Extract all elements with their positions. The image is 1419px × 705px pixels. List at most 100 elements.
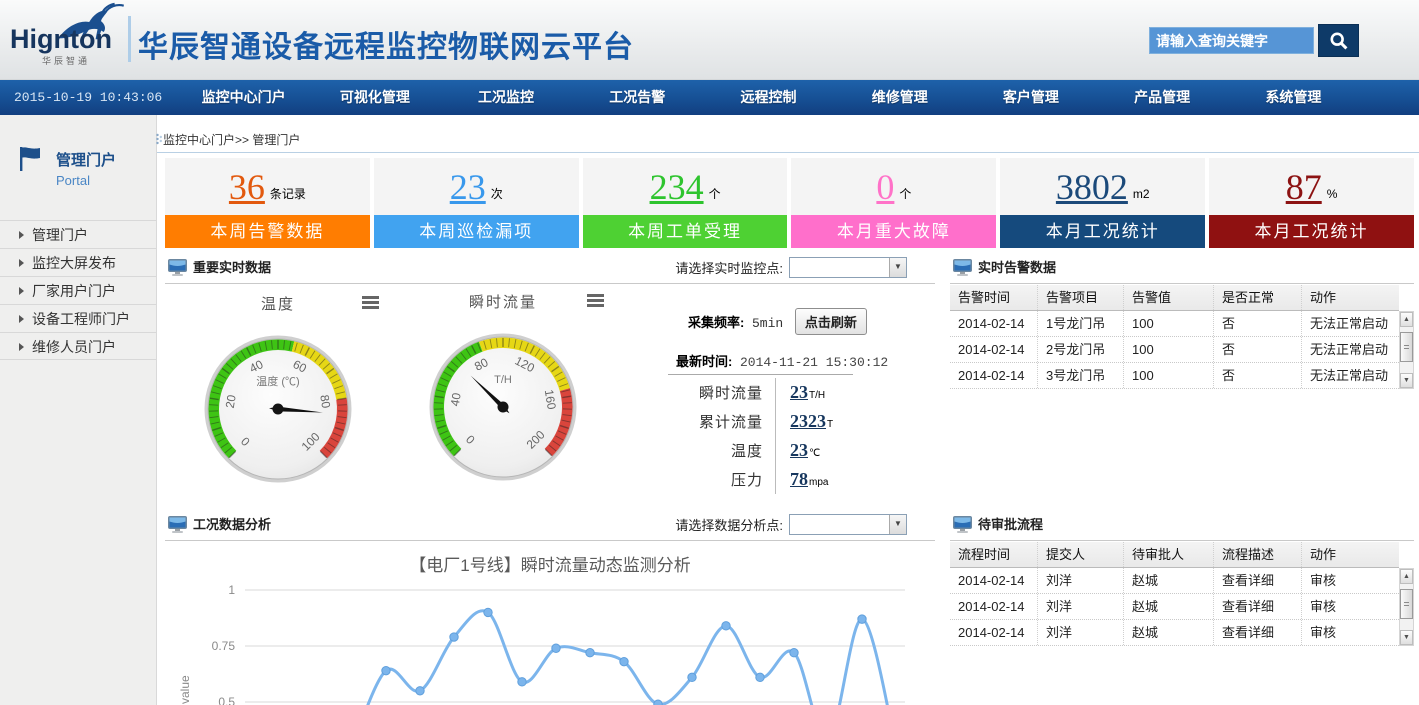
portal-subtitle: Portal: [56, 173, 116, 188]
sidebar-item-0[interactable]: 管理门户: [0, 220, 156, 248]
stat-label-bar: 本周工单受理: [583, 215, 788, 248]
table-cell: 刘洋: [1038, 568, 1124, 593]
nav-item-7[interactable]: 产品管理: [1097, 80, 1228, 115]
list-arrow-icon: [19, 315, 24, 323]
table-cell: 赵城: [1124, 568, 1214, 593]
gauge-dial: 020406080100温度 (℃): [203, 334, 353, 484]
column-header: 是否正常: [1214, 285, 1302, 310]
list-arrow-icon: [19, 343, 24, 351]
monitor-point-select[interactable]: ▼: [789, 257, 907, 278]
section-approvals: 待审批流程: [950, 513, 1414, 541]
stat-unit: 个: [899, 185, 911, 202]
gauge-tick-label: 20: [223, 394, 239, 410]
stat-value-link[interactable]: 36: [229, 169, 265, 205]
data-point-marker: [586, 649, 594, 657]
reading-value-link[interactable]: 23: [790, 382, 808, 403]
nav-item-8[interactable]: 系统管理: [1228, 80, 1359, 115]
stat-value-link[interactable]: 0: [876, 169, 894, 205]
nav-item-4[interactable]: 远程控制: [703, 80, 834, 115]
flag-icon: [16, 145, 46, 175]
nav-item-0[interactable]: 监控中心门户: [178, 80, 309, 115]
action-cell[interactable]: 审核: [1302, 594, 1399, 619]
scrollbar[interactable]: ▲▼: [1399, 311, 1414, 389]
action-cell[interactable]: 无法正常启动: [1302, 363, 1399, 388]
action-cell[interactable]: 审核: [1302, 620, 1399, 645]
section-title: 重要实时数据: [193, 256, 271, 280]
scrollbar[interactable]: ▲▼: [1399, 568, 1414, 646]
nav-item-5[interactable]: 维修管理: [834, 80, 965, 115]
y-axis-label: value: [178, 675, 192, 704]
action-cell[interactable]: 无法正常启动: [1302, 311, 1399, 336]
scroll-down-icon[interactable]: ▼: [1400, 373, 1413, 388]
table-cell: 刘洋: [1038, 594, 1124, 619]
reading-unit: mpa: [809, 477, 828, 488]
search-input[interactable]: [1149, 27, 1314, 54]
sidebar-item-1[interactable]: 监控大屏发布: [0, 248, 156, 276]
column-header: 待审批人: [1124, 542, 1214, 567]
nav-item-6[interactable]: 客户管理: [965, 80, 1096, 115]
table-cell: 100: [1124, 363, 1214, 388]
stat-value-link[interactable]: 3802: [1056, 169, 1128, 205]
reading-value-link[interactable]: 78: [790, 469, 808, 490]
list-arrow-icon: [19, 259, 24, 267]
reading-value-link[interactable]: 23: [790, 440, 808, 461]
stat-value-link[interactable]: 87: [1286, 169, 1322, 205]
chart-menu-icon[interactable]: [362, 296, 379, 311]
table-cell: 100: [1124, 337, 1214, 362]
reading-unit: ℃: [809, 448, 820, 459]
stat-card-5: 87%本月工况统计: [1209, 158, 1414, 248]
flow-line-chart: 10.750.5value: [165, 572, 935, 705]
table-cell: 3号龙门吊: [1038, 363, 1124, 388]
chart-menu-icon[interactable]: [587, 294, 604, 309]
brand-logo[interactable]: Hignton 华辰智通: [10, 2, 128, 76]
stat-card-0: 36条记录本周告警数据: [165, 158, 370, 248]
stat-unit: %: [1327, 187, 1338, 201]
frequency-value: 5min: [752, 316, 783, 331]
column-header: 流程时间: [950, 542, 1038, 567]
sidebar-item-4[interactable]: 维修人员门户: [0, 332, 156, 360]
sidebar-item-2[interactable]: 厂家用户门户: [0, 276, 156, 304]
refresh-button[interactable]: 点击刷新: [795, 308, 867, 335]
reading-row-2: 温度23℃: [668, 436, 868, 465]
table-row: 2014-02-14刘洋赵城查看详细审核: [950, 620, 1399, 646]
nav-item-1[interactable]: 可视化管理: [309, 80, 440, 115]
list-arrow-icon: [19, 287, 24, 295]
nav-item-2[interactable]: 工况监控: [440, 80, 571, 115]
table-header-row: 告警时间告警项目告警值是否正常动作: [950, 285, 1399, 311]
latest-time-value: 2014-11-21 15:30:12: [740, 355, 888, 370]
gauge-temperature: 温度 020406080100温度 (℃): [203, 293, 353, 489]
reading-separator: [775, 407, 776, 436]
reading-value-link[interactable]: 2323: [790, 411, 826, 432]
data-point-marker: [416, 687, 424, 695]
nav-item-3[interactable]: 工况告警: [572, 80, 703, 115]
search-button[interactable]: [1318, 24, 1359, 57]
chevron-down-icon: ▼: [889, 515, 906, 534]
table-cell: 100: [1124, 311, 1214, 336]
scroll-up-icon[interactable]: ▲: [1400, 569, 1413, 584]
scroll-thumb[interactable]: [1400, 589, 1413, 619]
action-cell[interactable]: 无法正常启动: [1302, 337, 1399, 362]
column-header: 告警时间: [950, 285, 1038, 310]
action-cell[interactable]: 审核: [1302, 568, 1399, 593]
stat-value-link[interactable]: 23: [450, 169, 486, 205]
stat-label-bar: 本周告警数据: [165, 215, 370, 248]
gauge-tick-label: 80: [317, 394, 333, 410]
stat-value-area: 36条记录: [165, 158, 370, 215]
scroll-up-icon[interactable]: ▲: [1400, 312, 1413, 327]
scroll-down-icon[interactable]: ▼: [1400, 630, 1413, 645]
reading-separator: [775, 378, 776, 407]
breadcrumb[interactable]: 监控中心门户>> 管理门户: [163, 131, 300, 148]
sidebar-menu: 管理门户监控大屏发布厂家用户门户设备工程师门户维修人员门户: [0, 220, 156, 360]
table-row: 2014-02-141号龙门吊100否无法正常启动: [950, 311, 1399, 337]
data-point-marker: [552, 644, 560, 652]
column-header: 流程描述: [1214, 542, 1302, 567]
column-header: 动作: [1302, 542, 1399, 567]
sidebar-item-3[interactable]: 设备工程师门户: [0, 304, 156, 332]
stat-label-bar: 本月工况统计: [1000, 215, 1205, 248]
analysis-point-select[interactable]: ▼: [789, 514, 907, 535]
y-axis-tick-label: 0.75: [212, 639, 236, 653]
data-point-marker: [620, 657, 628, 665]
stat-value-link[interactable]: 234: [650, 169, 704, 205]
scroll-thumb[interactable]: [1400, 332, 1413, 362]
logo-subtext: 华辰智通: [42, 54, 90, 67]
